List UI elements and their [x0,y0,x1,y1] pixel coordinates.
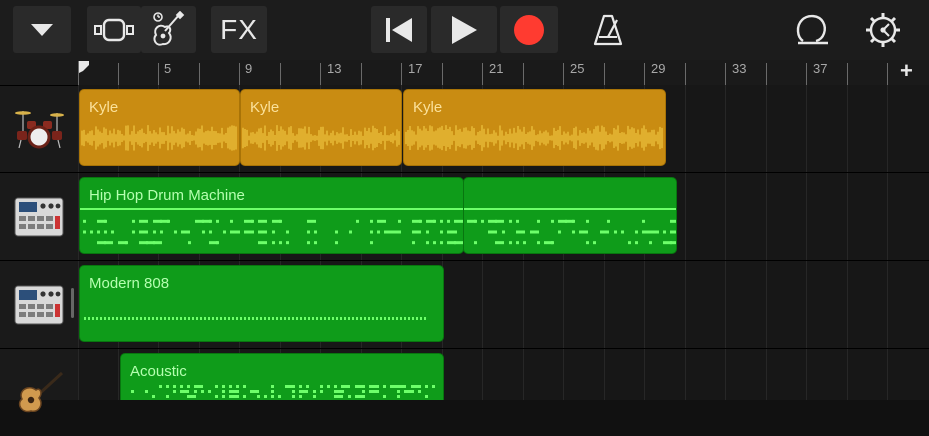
track-headers [0,60,78,412]
play-button[interactable] [431,6,497,53]
tracks-area[interactable]: Kyle Kyle Kyle Hip Hop Drum Machine Mode… [78,85,929,400]
browser-button[interactable] [13,6,71,53]
track-header-spacer [0,60,78,86]
track-divider [78,260,929,261]
midi-note-line [464,208,676,210]
grid-line [725,85,726,400]
midi-notes [467,219,676,245]
waveform [81,125,237,151]
ruler-tick [685,63,686,85]
ruler-tick [320,63,321,85]
ruler-tick [280,63,281,85]
audio-region[interactable]: Kyle [240,89,402,166]
ruler-tick [563,63,564,85]
ruler-tick [442,63,443,85]
ruler-tick [887,63,888,85]
fx-button[interactable]: FX [211,6,267,53]
drum-kit-icon [15,110,64,148]
track-divider [78,348,929,349]
ruler-tick [604,63,605,85]
ruler-tick [401,63,402,85]
ruler-tick [239,63,240,85]
midi-note-line [80,208,463,210]
audio-region[interactable]: Kyle [79,89,240,166]
region-label: Hip Hop Drum Machine [89,187,245,204]
region-label: Kyle [89,99,119,116]
tracks-view-button[interactable] [87,6,141,53]
ruler-tick [725,63,726,85]
ruler-tick [361,63,362,85]
ruler-label: 9 [245,61,253,76]
loop-browser-button[interactable] [792,10,832,50]
metronome-icon [593,14,623,46]
instrument-button[interactable] [141,6,196,53]
ruler-label: 25 [570,61,585,76]
track-header-hip-hop[interactable] [0,173,78,261]
metronome-button[interactable] [588,10,628,50]
record-button[interactable] [500,6,558,53]
ruler-label: 17 [408,61,423,76]
midi-notes [83,219,463,245]
ruler-tick [523,63,524,85]
track-divider [78,172,929,173]
waveform [242,125,400,151]
ruler-label: 5 [164,61,172,76]
waveform [405,125,663,151]
region-label: Modern 808 [89,275,170,292]
ruler-tick [78,61,79,85]
grid-line [847,85,848,400]
track-header-808[interactable] [0,261,78,349]
region-label: Kyle [413,99,443,116]
midi-notes [84,317,426,320]
track-resize-handle[interactable] [71,288,74,318]
grid-line [806,85,807,400]
skip-back-icon [386,17,412,42]
chevron-down-icon [31,23,53,36]
playhead-icon[interactable] [79,61,89,73]
drum-machine-icon [14,285,64,324]
drum-machine-icon [14,197,64,236]
track-header-acoustic[interactable] [0,349,78,436]
midi-notes [131,385,435,398]
region-label: Kyle [250,99,280,116]
guitar-icon [152,10,184,46]
tracks-view-icon [94,18,134,41]
midi-region[interactable]: Hip Hop Drum Machine [79,177,464,254]
grid-line [887,85,888,400]
fx-label: FX [220,13,258,45]
ruler-tick [847,63,848,85]
midi-region[interactable] [463,177,677,254]
play-icon [452,15,477,44]
audio-region[interactable]: Kyle [403,89,666,166]
ruler-tick [118,63,119,85]
settings-icon [866,13,900,47]
midi-region[interactable]: Modern 808 [79,265,444,342]
ruler-tick [644,63,645,85]
record-icon [514,14,544,45]
region-label: Acoustic [130,363,187,380]
midi-region[interactable]: Acoustic [120,353,444,400]
acoustic-guitar-icon [18,371,64,412]
grid-line [766,85,767,400]
grid-line [685,85,686,400]
control-bar: FX [0,0,929,60]
ruler-label: 21 [489,61,504,76]
timeline-ruler[interactable]: 5 9 13 17 21 25 29 33 37 + [78,58,929,86]
add-section-button[interactable]: + [900,58,913,84]
loop-icon [796,14,828,45]
ruler-label: 37 [813,61,828,76]
ruler-tick [806,63,807,85]
ruler-label: 29 [651,61,666,76]
settings-button[interactable] [863,10,903,50]
ruler-tick [766,63,767,85]
track-header-drums[interactable] [0,85,78,173]
ruler-label: 33 [732,61,747,76]
ruler-label: 13 [327,61,342,76]
ruler-tick [158,63,159,85]
ruler-tick [199,63,200,85]
rewind-button[interactable] [371,6,427,53]
ruler-tick [482,63,483,85]
